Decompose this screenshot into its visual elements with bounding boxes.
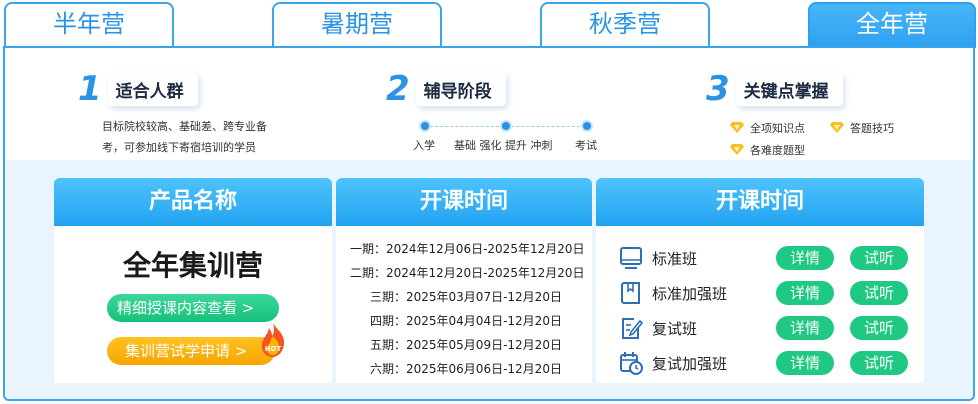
schedule-item: 六期：2025年06月06日-12月20日 <box>370 362 562 376</box>
step-1-header: 1 适合人群 <box>78 72 198 106</box>
course-trial-button[interactable]: 试听 <box>850 316 908 340</box>
camp-widget: 半年营 暑期营 秋季营 全年营 1 适合人群 目标院校较高、基础差、跨专业备 考… <box>0 0 978 404</box>
step-2-header: 2 辅导阶段 <box>386 72 506 106</box>
timeline-dot-end <box>583 122 591 130</box>
tab-summer[interactable]: 暑期营 <box>272 2 442 48</box>
timeline-label-exam: 考试 <box>575 139 597 152</box>
course-detail-button[interactable]: 详情 <box>776 316 834 340</box>
course-detail-button[interactable]: 详情 <box>776 246 834 270</box>
step-1-number: 1 <box>78 69 102 109</box>
step-3-header: 3 关键点掌握 <box>706 72 843 106</box>
calendar-clock-icon <box>620 352 643 375</box>
schedule-item: 三期：2025年03月07日-12月20日 <box>370 290 562 304</box>
step-1-description: 目标院校较高、基础差、跨专业备 考，可参加线下寄宿培训的学员 <box>102 116 267 158</box>
product-panel-header: 产品名称 <box>54 178 332 226</box>
course-row-retest-plus: 复试加强班 <box>618 348 727 378</box>
timeline-dot-middle <box>502 122 510 130</box>
course-row-standard-plus: 标准加强班 <box>618 278 727 308</box>
course-content-button[interactable]: 精细授课内容查看 > <box>107 294 279 322</box>
course-row-standard: 标准班 <box>618 243 697 273</box>
schedule-item: 五期：2025年05月09日-12月20日 <box>370 338 562 352</box>
schedule-item: 一期：2024年12月06日-2025年12月20日 <box>350 242 585 256</box>
timeline-dot-start <box>421 122 429 130</box>
trial-apply-button[interactable]: 集训营试学申请 > <box>107 337 275 365</box>
book-icon <box>621 282 640 304</box>
timeline-label-stages: 基础 强化 提升 冲刺 <box>454 139 553 152</box>
step-1-desc-line-1: 目标院校较高、基础差、跨专业备 <box>102 120 267 133</box>
diamond-icon <box>730 144 744 155</box>
course-name: 复试加强班 <box>652 354 728 373</box>
schedule-item: 二期：2024年12月20日-2025年12月20日 <box>350 266 585 280</box>
feature-item: 全项知识点 <box>730 120 805 136</box>
course-trial-button[interactable]: 试听 <box>850 351 908 375</box>
course-name: 标准加强班 <box>652 284 728 303</box>
product-panel: 产品名称 全年集训营 精细授课内容查看 > 集训营试学申请 > HOT <box>54 178 332 383</box>
step-3-title: 关键点掌握 <box>735 72 843 106</box>
course-name: 复试班 <box>652 319 698 338</box>
product-name: 全年集训营 <box>122 249 263 282</box>
step-2-number: 2 <box>386 69 410 109</box>
diamond-icon <box>830 122 844 133</box>
course-row-retest: 复试班 <box>618 313 697 343</box>
timeline-label-enroll: 入学 <box>413 139 435 152</box>
hot-flame-icon: HOT <box>261 323 285 357</box>
feature-item: 答题技巧 <box>830 120 894 136</box>
tab-autumn[interactable]: 秋季营 <box>540 2 710 48</box>
tab-full-year[interactable]: 全年营 <box>808 2 976 48</box>
course-trial-button[interactable]: 试听 <box>850 246 908 270</box>
courses-panel-header: 开课时间 <box>596 178 924 226</box>
step-3-number: 3 <box>706 69 730 109</box>
schedule-item: 四期：2025年04月04日-12月20日 <box>370 314 562 328</box>
course-detail-button[interactable]: 详情 <box>776 281 834 305</box>
monitor-icon <box>620 247 642 269</box>
hot-label: HOT <box>265 345 282 353</box>
schedule-panel: 开课时间 一期：2024年12月06日-2025年12月20日 二期：2024年… <box>336 178 592 383</box>
tab-half-year[interactable]: 半年营 <box>4 2 174 48</box>
step-1-title: 适合人群 <box>107 72 198 106</box>
course-trial-button[interactable]: 试听 <box>850 281 908 305</box>
course-detail-button[interactable]: 详情 <box>776 351 834 375</box>
schedule-panel-header: 开课时间 <box>336 178 592 226</box>
diamond-icon <box>730 122 744 133</box>
step-2-title: 辅导阶段 <box>415 72 506 106</box>
step-1-desc-line-2: 考，可参加线下寄宿培训的学员 <box>102 141 256 154</box>
course-name: 标准班 <box>652 249 698 268</box>
edit-document-icon <box>622 318 644 339</box>
courses-panel: 开课时间 标准班 详情 试听 标准加强班 详情 试听 复试班 详情 试听 复试加… <box>596 178 924 383</box>
feature-item: 各难度题型 <box>730 142 805 158</box>
